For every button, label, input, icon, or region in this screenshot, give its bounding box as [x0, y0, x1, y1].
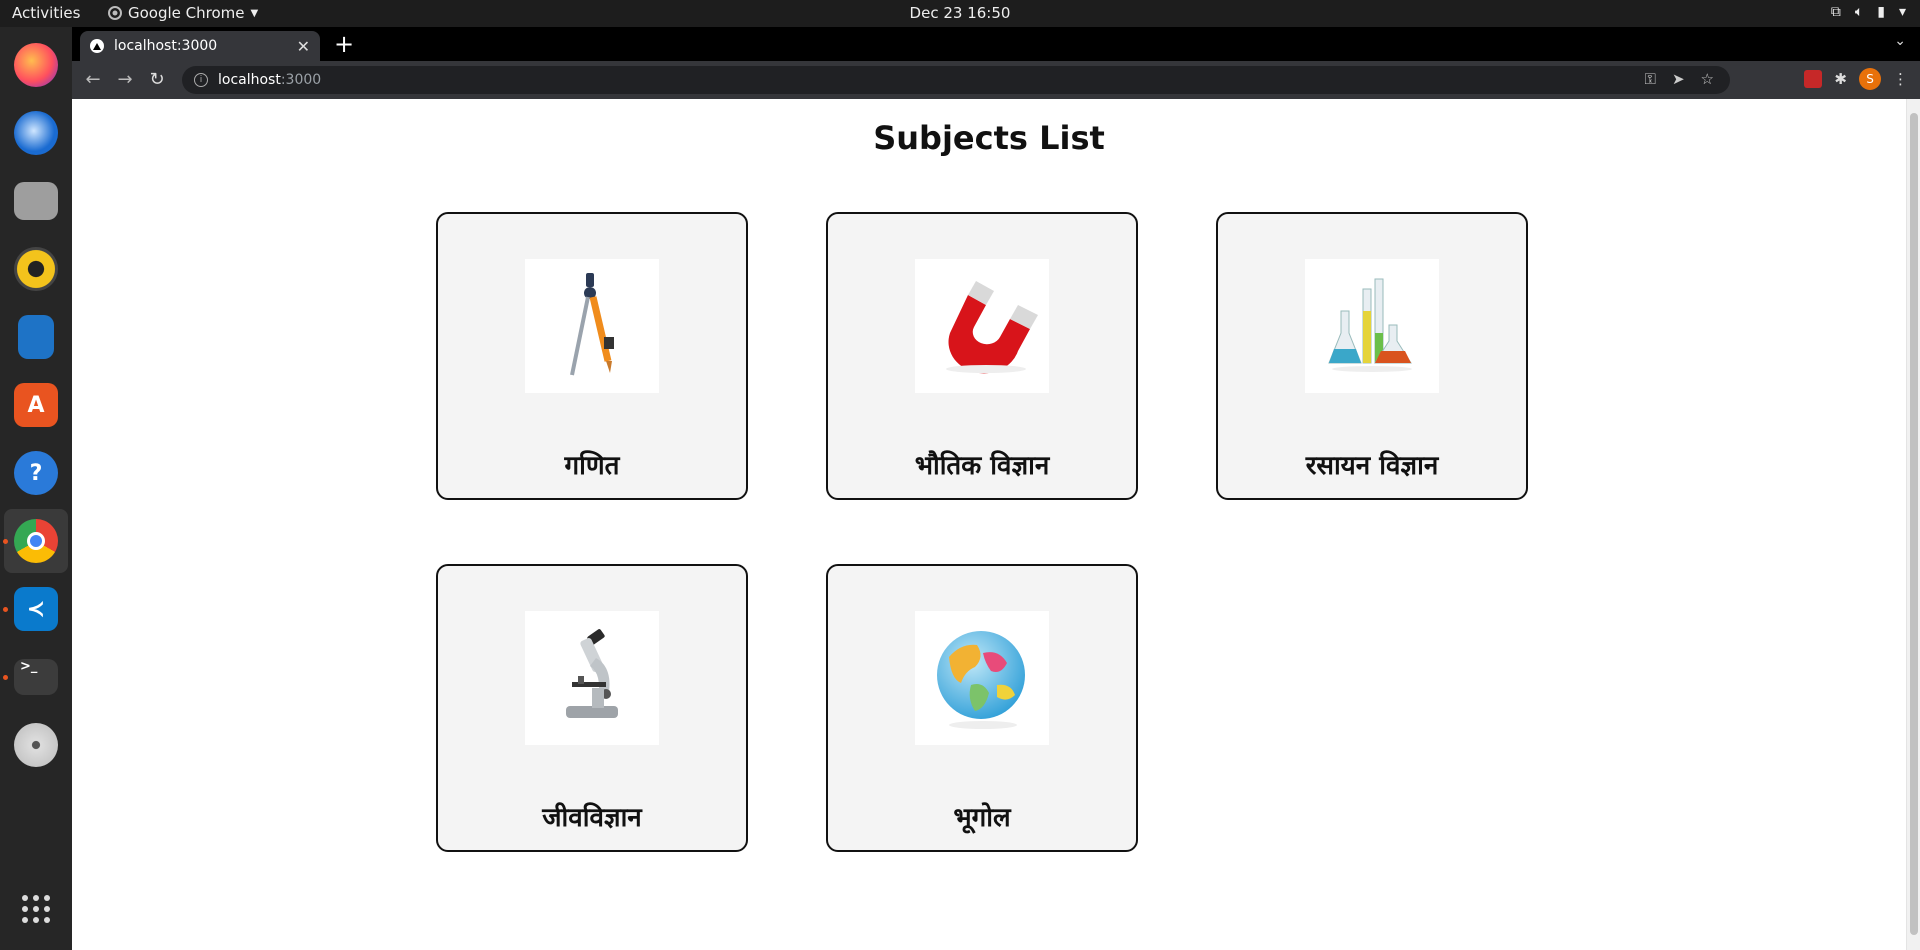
menu-kebab-icon[interactable]: ⋮: [1893, 70, 1908, 88]
dock-writer[interactable]: [4, 305, 68, 369]
network-icon: ⧉: [1830, 4, 1841, 20]
scrollbar-thumb[interactable]: [1910, 113, 1918, 935]
app-menu[interactable]: Google Chrome ▼: [108, 4, 258, 22]
dock-firefox[interactable]: [4, 33, 68, 97]
chrome-icon: [14, 519, 58, 563]
dock-chrome[interactable]: [3, 509, 68, 573]
magnet-icon: [915, 259, 1049, 393]
dock-disc[interactable]: [4, 713, 68, 777]
compass-icon: [525, 259, 659, 393]
subject-label: गणित: [564, 451, 620, 481]
writer-icon: [18, 315, 54, 359]
tab-strip: localhost:3000 ✕ + ⌄: [72, 27, 1920, 61]
thunderbird-icon: [14, 111, 58, 155]
favicon-icon: [90, 39, 104, 53]
extension-icon[interactable]: [1804, 70, 1823, 88]
firefox-icon: [14, 43, 58, 87]
files-icon: [14, 182, 58, 220]
tab-title: localhost:3000: [114, 38, 218, 54]
lab-flasks-icon: [1305, 259, 1439, 393]
running-indicator: [3, 539, 8, 544]
close-icon[interactable]: ✕: [297, 37, 310, 56]
volume-icon: 🔈︎: [1854, 4, 1864, 20]
bookmark-star-icon[interactable]: ☆: [1701, 70, 1714, 88]
profile-avatar[interactable]: S: [1859, 68, 1881, 90]
microscope-icon: [525, 611, 659, 745]
address-bar[interactable]: i localhost:3000: [182, 66, 1730, 94]
activities-button[interactable]: Activities: [12, 4, 80, 22]
new-tab-button[interactable]: +: [334, 31, 354, 57]
reload-icon[interactable]: ↻: [146, 69, 168, 91]
terminal-icon: >_: [14, 659, 58, 695]
back-icon[interactable]: ←: [82, 69, 104, 91]
vscode-icon: ≺: [14, 587, 58, 631]
disc-icon: [14, 723, 58, 767]
subject-card-biology[interactable]: जीवविज्ञान: [436, 564, 748, 852]
dock-files[interactable]: [4, 169, 68, 233]
running-indicator: [3, 675, 8, 680]
vertical-scrollbar[interactable]: [1906, 99, 1920, 950]
url-host: localhost: [218, 72, 281, 88]
dock-software[interactable]: A: [4, 373, 68, 437]
browser-toolbar: ← → ↻ i localhost:3000 ⚿ ➤ ☆ ✱ S ⋮: [72, 61, 1920, 99]
send-icon[interactable]: ➤: [1672, 70, 1685, 88]
page-viewport: Subjects List गणित भौतिक विज्ञान रसायन व…: [72, 99, 1920, 950]
help-icon: ?: [14, 451, 58, 495]
forward-icon[interactable]: →: [114, 69, 136, 91]
software-icon: A: [14, 383, 58, 427]
dock-rhythmbox[interactable]: [4, 237, 68, 301]
dock-thunderbird[interactable]: [4, 101, 68, 165]
subject-label: भूगोल: [953, 803, 1011, 833]
chevron-down-icon: ▼: [250, 7, 259, 19]
page-title: Subjects List: [873, 119, 1105, 157]
system-tray[interactable]: ⧉ 🔈︎ ▮ ▾: [1831, 4, 1906, 20]
dock-vscode[interactable]: ≺: [3, 577, 68, 641]
puzzle-icon[interactable]: ✱: [1834, 70, 1847, 88]
show-apps-button[interactable]: [4, 877, 68, 941]
power-menu-icon: ▾: [1898, 4, 1906, 20]
subject-label: भौतिक विज्ञान: [914, 451, 1050, 481]
tab-localhost[interactable]: localhost:3000 ✕: [80, 31, 320, 61]
tab-search-icon[interactable]: ⌄: [1894, 33, 1906, 49]
running-indicator: [3, 607, 8, 612]
clock[interactable]: Dec 23 16:50: [910, 4, 1011, 22]
subject-label: जीवविज्ञान: [542, 803, 642, 833]
rhythmbox-icon: [14, 247, 58, 291]
url-port: :3000: [280, 72, 322, 88]
subject-label: रसायन विज्ञान: [1305, 451, 1439, 481]
dock: A ? ≺ >_: [0, 27, 72, 950]
app-grid-icon: [22, 895, 50, 923]
subject-card-physics[interactable]: भौतिक विज्ञान: [826, 212, 1138, 500]
dock-help[interactable]: ?: [4, 441, 68, 505]
battery-icon: ▮: [1877, 4, 1885, 20]
site-info-icon[interactable]: i: [194, 73, 208, 87]
chrome-app-icon: [108, 6, 122, 20]
system-top-bar: Activities Google Chrome ▼ Dec 23 16:50 …: [0, 0, 1920, 27]
app-menu-label: Google Chrome: [128, 4, 245, 22]
subject-card-chemistry[interactable]: रसायन विज्ञान: [1216, 212, 1528, 500]
dock-terminal[interactable]: >_: [3, 645, 68, 709]
key-icon[interactable]: ⚿: [1645, 70, 1656, 88]
globe-icon: [915, 611, 1049, 745]
subject-card-math[interactable]: गणित: [436, 212, 748, 500]
subject-card-geography[interactable]: भूगोल: [826, 564, 1138, 852]
